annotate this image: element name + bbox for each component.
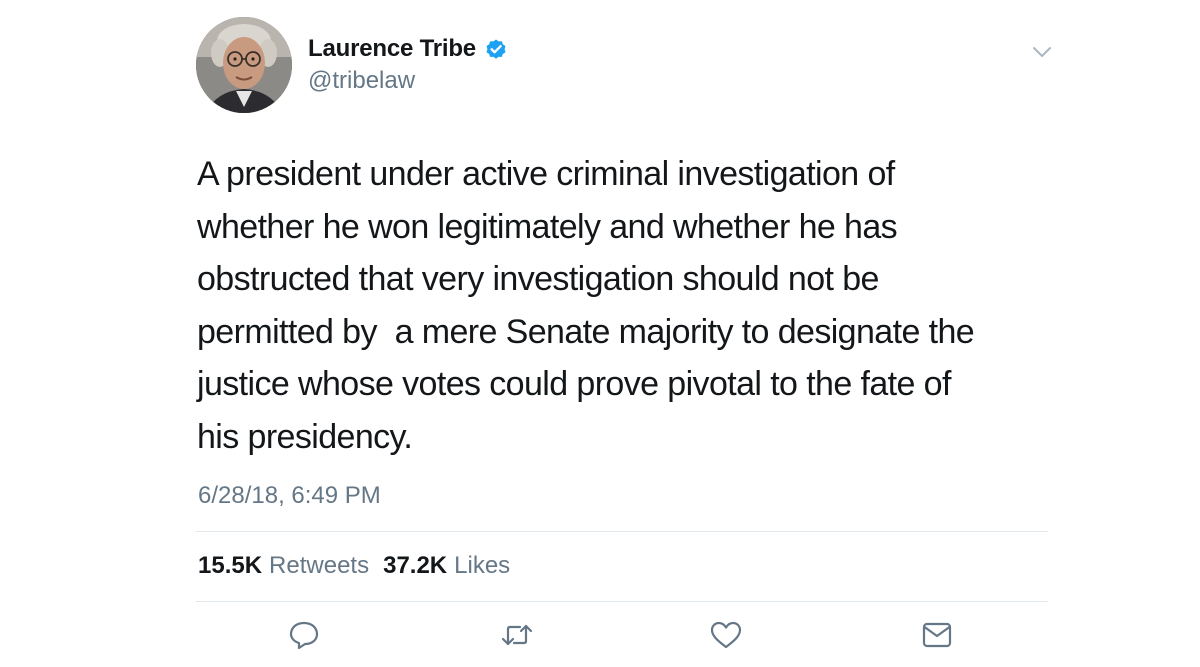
divider: [196, 601, 1048, 602]
heart-icon: [710, 621, 742, 649]
retweet-icon: [501, 624, 533, 646]
tweet-text: A president under active criminal invest…: [197, 155, 975, 456]
verified-badge-icon: [484, 37, 508, 61]
message-button[interactable]: [920, 619, 954, 651]
message-icon: [922, 622, 952, 648]
chevron-down-icon[interactable]: [1031, 41, 1053, 63]
author-handle[interactable]: @tribelaw: [308, 67, 415, 95]
tweet-card: Laurence Tribe @tribelaw A president und…: [0, 0, 1200, 667]
tweet-timestamp[interactable]: 6/28/18, 6:49 PM: [198, 482, 381, 510]
likes-stat[interactable]: 37.2K Likes: [383, 552, 510, 580]
retweet-button[interactable]: [500, 619, 534, 651]
retweets-count: 15.5K: [198, 552, 263, 579]
like-button[interactable]: [709, 619, 743, 651]
avatar[interactable]: [196, 17, 292, 113]
reply-button[interactable]: [287, 619, 321, 651]
divider: [196, 531, 1048, 532]
likes-count: 37.2K: [383, 552, 448, 579]
likes-label: Likes: [454, 552, 511, 579]
author-display-name[interactable]: Laurence Tribe: [308, 35, 476, 63]
reply-icon: [289, 621, 319, 650]
profile-photo-icon: [196, 17, 292, 113]
retweets-stat[interactable]: 15.5K Retweets: [198, 552, 369, 580]
author-name-row: Laurence Tribe: [308, 31, 508, 67]
retweets-label: Retweets: [269, 552, 370, 579]
engagement-stats: 15.5K Retweets 37.2K Likes: [198, 552, 510, 580]
